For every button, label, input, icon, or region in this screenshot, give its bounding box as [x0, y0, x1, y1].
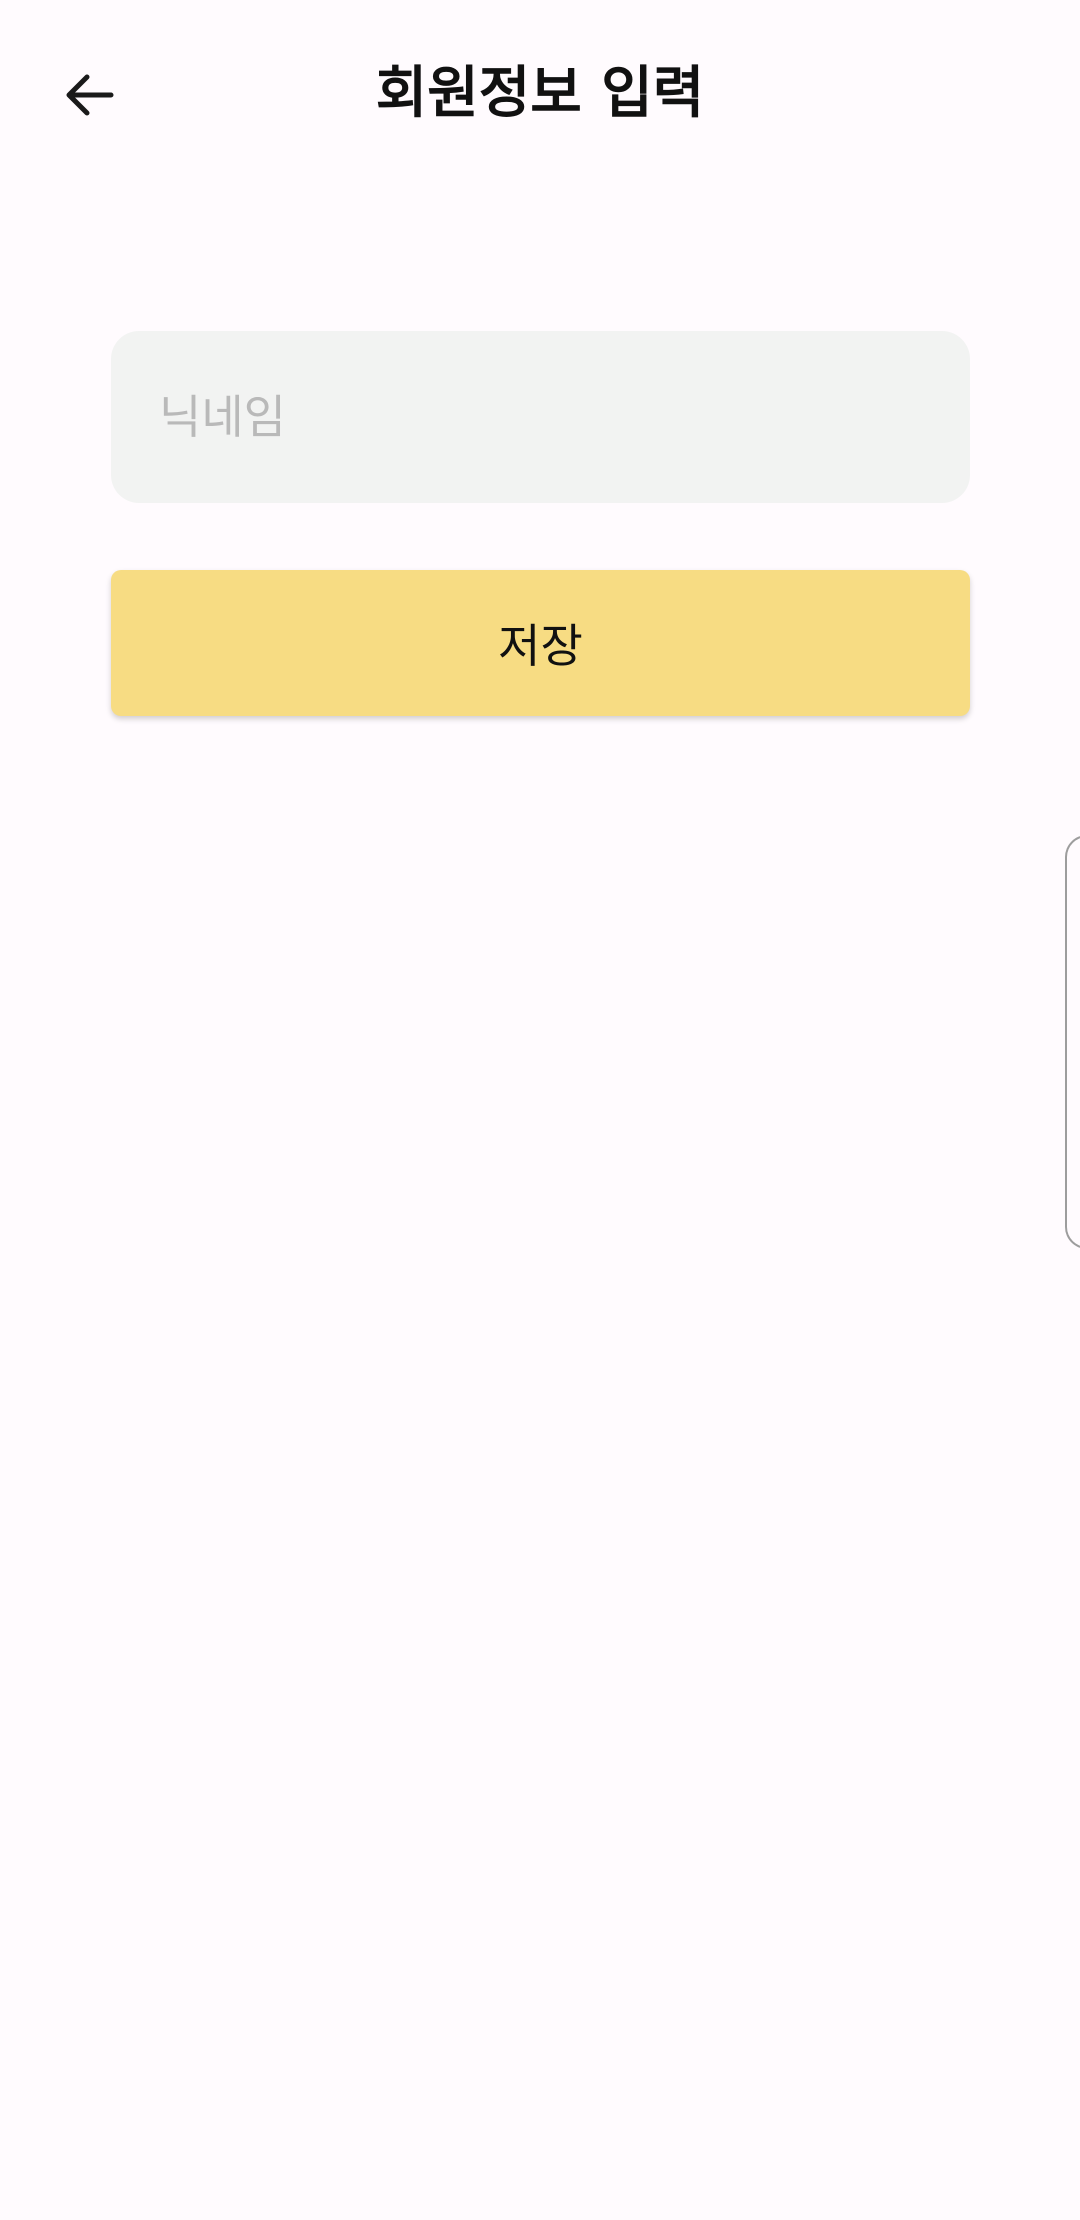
nickname-field[interactable] [111, 331, 970, 503]
page-title: 회원정보 입력 [375, 61, 705, 126]
edge-panel-handle[interactable] [1065, 835, 1080, 1249]
nickname-input[interactable] [159, 390, 922, 444]
app-bar: 회원정보 입력 [0, 0, 1080, 190]
save-button[interactable]: 저장 [111, 570, 970, 716]
